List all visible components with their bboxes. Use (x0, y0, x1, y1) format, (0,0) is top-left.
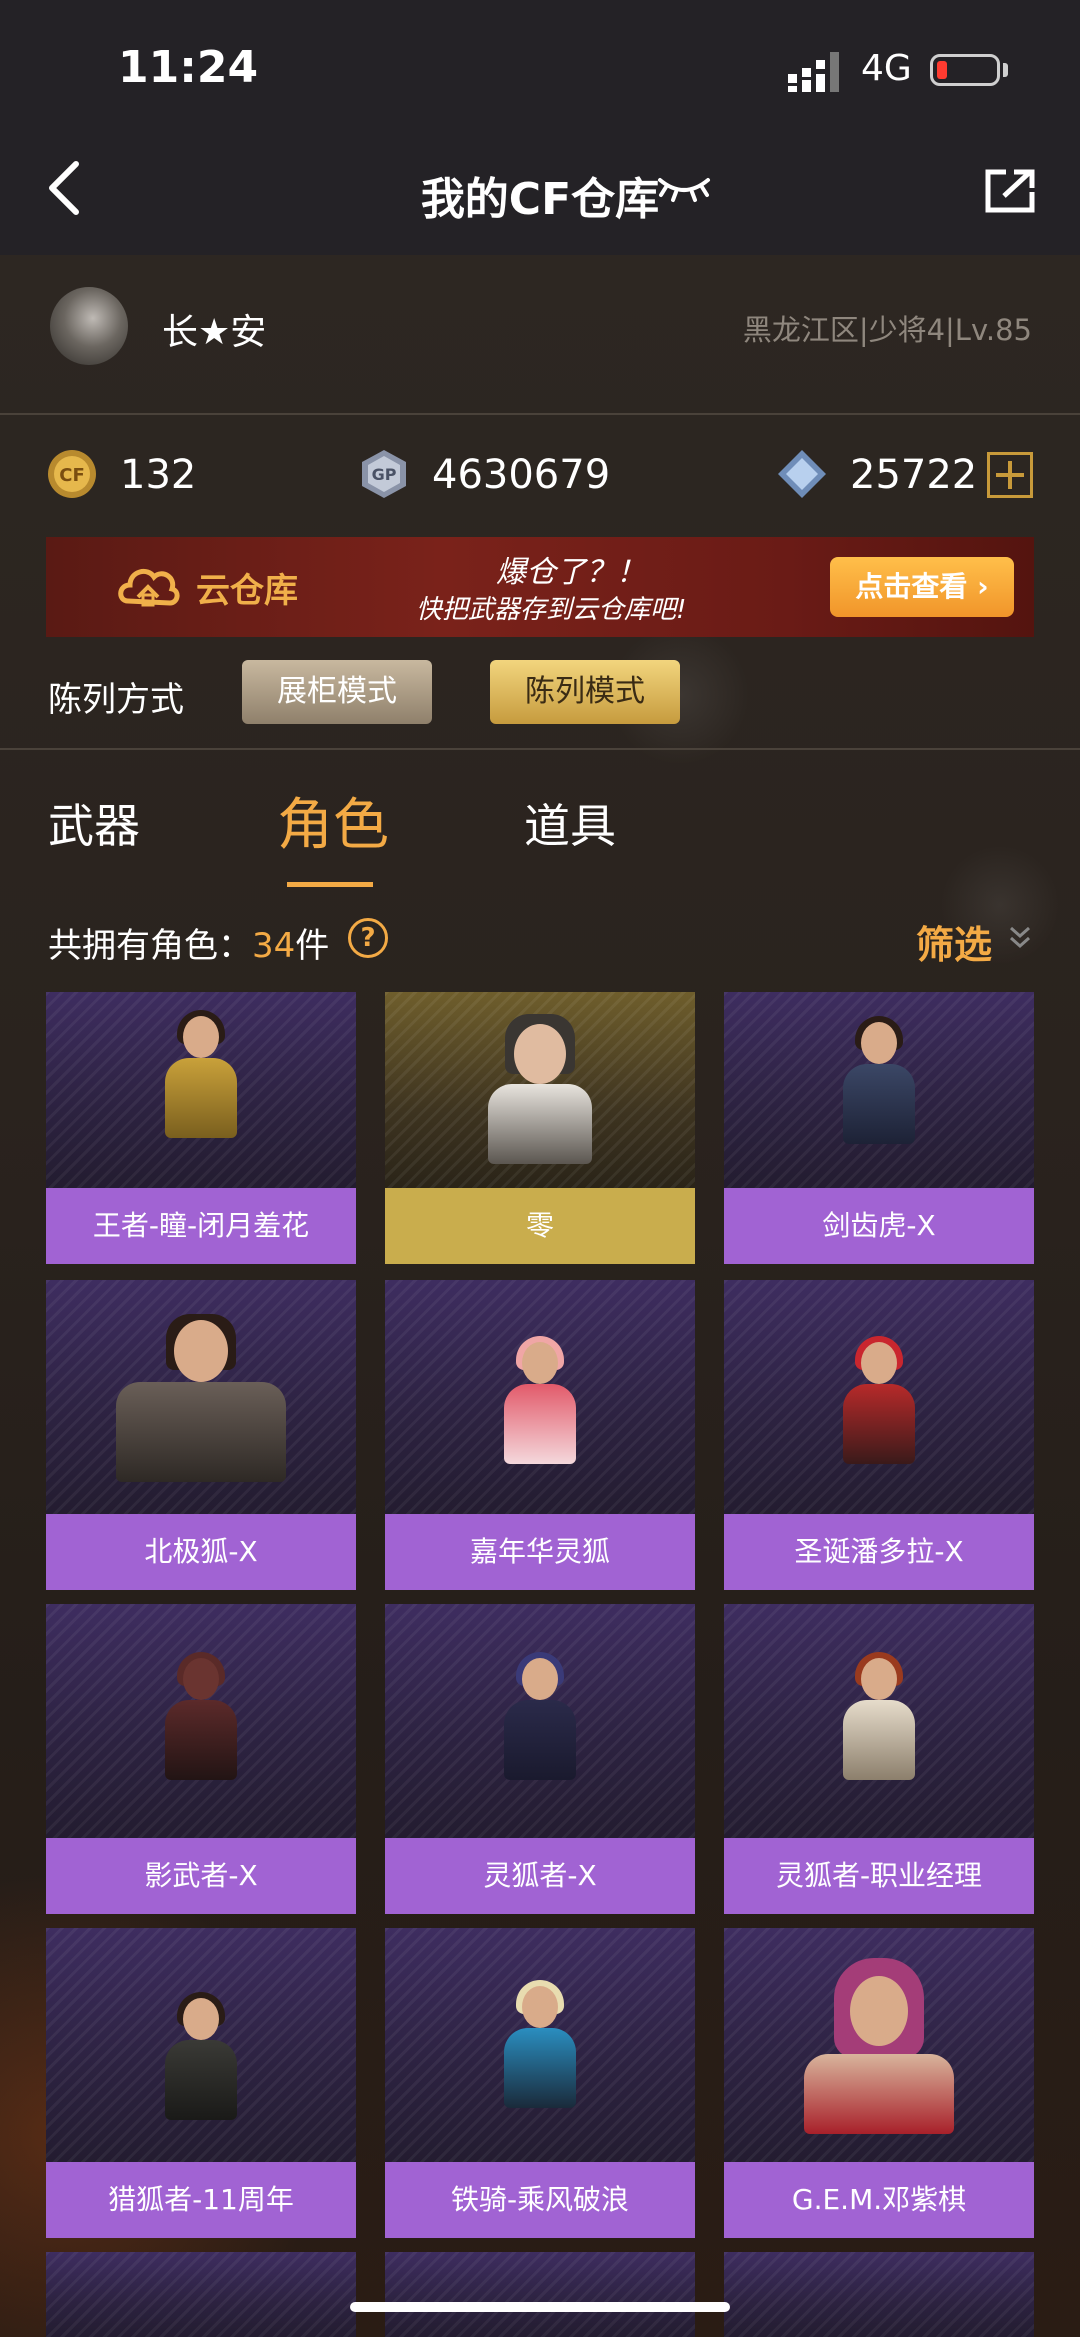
tab-weapons[interactable]: 武器 (48, 790, 140, 856)
character-card[interactable] (385, 2252, 695, 2337)
character-figure (829, 1336, 929, 1472)
eye-closed-icon[interactable] (656, 174, 712, 204)
cf-coin-icon: CF (48, 450, 96, 498)
character-card[interactable]: 嘉年华灵狐 (385, 1280, 695, 1590)
network-type: 4G (861, 48, 912, 89)
character-card[interactable]: 铁骑-乘风破浪 (385, 1928, 695, 2238)
battery-tip (1003, 63, 1008, 77)
cf-coin-value: 132 (120, 452, 197, 498)
avatar[interactable] (50, 287, 128, 365)
gp-coin-icon: GP (362, 450, 406, 498)
character-name: G.E.M.邓紫棋 (724, 2162, 1034, 2238)
character-figure (151, 1010, 251, 1146)
character-card[interactable]: 零 (385, 992, 695, 1264)
help-icon[interactable]: ? (348, 918, 388, 958)
character-name: 影武者-X (46, 1838, 356, 1914)
character-image (724, 1928, 1034, 2162)
character-image (385, 1928, 695, 2162)
count-suffix: 件 (295, 926, 330, 966)
profile-row: 长★安 黑龙江区|少将4|Lv.85 (0, 255, 1080, 415)
character-name: 剑齿虎-X (724, 1188, 1034, 1264)
character-image (46, 2252, 356, 2337)
character-name: 圣诞潘多拉-X (724, 1514, 1034, 1590)
chevron-down-icon (1010, 926, 1030, 949)
character-figure (480, 1014, 600, 1174)
character-figure (490, 1980, 590, 2126)
character-count: 共拥有角色：34件 (48, 918, 329, 967)
character-card[interactable]: 王者-瞳-闭月羞花 (46, 992, 356, 1264)
character-figure (829, 1652, 929, 1798)
character-figure (490, 1652, 590, 1798)
character-card[interactable]: 圣诞潘多拉-X (724, 1280, 1034, 1590)
character-image (46, 1604, 356, 1838)
diamond-icon (778, 450, 826, 498)
showcase-mode-button[interactable]: 展柜模式 (242, 660, 432, 724)
character-image (46, 1928, 356, 2162)
section-divider (0, 748, 1080, 750)
character-image (724, 1280, 1034, 1514)
character-name: 灵狐者-X (385, 1838, 695, 1914)
banner-slogan-line1: 爆仓了？！ (496, 555, 646, 590)
tab-items[interactable]: 道具 (524, 790, 616, 856)
character-name: 王者-瞳-闭月羞花 (46, 1188, 356, 1264)
character-figure (96, 1314, 306, 1500)
active-tab-indicator (287, 882, 373, 887)
cloud-warehouse-label: 云仓库 (196, 571, 298, 611)
battery-icon (930, 54, 1000, 86)
page-title: 我的CF仓库 (0, 163, 1080, 227)
character-card[interactable]: 北极狐-X (46, 1280, 356, 1590)
character-figure (490, 1336, 590, 1472)
character-figure (151, 1652, 251, 1798)
character-image (385, 1604, 695, 1838)
character-card[interactable]: 猎狐者-11周年 (46, 1928, 356, 2238)
status-time: 11:24 (118, 42, 259, 93)
home-indicator[interactable] (350, 2302, 730, 2312)
character-card[interactable]: 影武者-X (46, 1604, 356, 1914)
character-card[interactable]: 灵狐者-职业经理 (724, 1604, 1034, 1914)
character-figure (829, 1016, 929, 1144)
character-image (46, 992, 356, 1188)
share-icon[interactable] (982, 166, 1038, 216)
character-figure (784, 1958, 974, 2154)
character-card[interactable] (724, 2252, 1034, 2337)
tab-characters[interactable]: 角色 (277, 780, 389, 861)
character-name: 北极狐-X (46, 1514, 356, 1590)
character-name: 灵狐者-职业经理 (724, 1838, 1034, 1914)
filter-button[interactable]: 筛选 (916, 914, 992, 969)
page-title-text: 我的CF仓库 (420, 174, 660, 225)
character-card[interactable]: 剑齿虎-X (724, 992, 1034, 1264)
top-bar: 11:24 4G 我的CF仓库 (0, 0, 1080, 255)
count-number: 34 (252, 926, 296, 966)
character-image (385, 992, 695, 1188)
character-card[interactable]: G.E.M.邓紫棋 (724, 1928, 1034, 2238)
svg-text:CF: CF (59, 465, 85, 486)
character-card[interactable] (46, 2252, 356, 2337)
character-name: 零 (385, 1188, 695, 1264)
svg-text:GP: GP (372, 465, 397, 484)
character-card[interactable]: 灵狐者-X (385, 1604, 695, 1914)
diamond-value: 25722 (850, 452, 978, 498)
character-figure (151, 1992, 251, 2128)
view-now-button[interactable]: 点击查看 › (830, 557, 1014, 617)
cloud-warehouse-banner[interactable]: 云仓库 爆仓了？！ 快把武器存到云仓库吧! 点击查看 › (46, 537, 1034, 637)
recharge-plus-button[interactable] (987, 452, 1033, 498)
character-image (724, 2252, 1034, 2337)
character-image (724, 1604, 1034, 1838)
gp-value: 4630679 (432, 452, 611, 498)
banner-slogan-line2: 快把武器存到云仓库吧! (416, 595, 687, 625)
display-mode-label: 陈列方式 (48, 680, 184, 720)
character-image (46, 1280, 356, 1514)
nickname: 长★安 (162, 312, 267, 353)
character-name: 猎狐者-11周年 (46, 2162, 356, 2238)
region-rank-level: 黑龙江区|少将4|Lv.85 (742, 313, 1032, 347)
character-image (724, 992, 1034, 1188)
character-name: 嘉年华灵狐 (385, 1514, 695, 1590)
display-mode-button[interactable]: 陈列模式 (490, 660, 680, 724)
character-name: 铁骑-乘风破浪 (385, 2162, 695, 2238)
signal-icon (788, 52, 839, 92)
count-prefix: 共拥有角色： (48, 926, 252, 966)
cloud-house-icon (118, 568, 180, 607)
character-image (385, 2252, 695, 2337)
character-image (385, 1280, 695, 1514)
